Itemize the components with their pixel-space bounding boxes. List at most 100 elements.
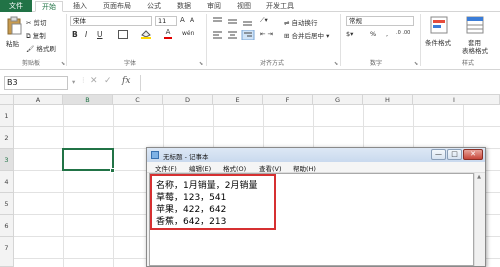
active-cell-b3[interactable] bbox=[62, 148, 114, 171]
orientation-button[interactable]: ⟋▾ bbox=[260, 16, 268, 25]
horizontal-align-icons[interactable] bbox=[212, 29, 256, 41]
number-launcher-icon[interactable]: ⬊ bbox=[414, 61, 418, 67]
tab-formulas[interactable]: 公式 bbox=[143, 1, 165, 12]
indent-buttons[interactable]: ⇤ ⇥ bbox=[260, 30, 273, 38]
fill-color-icon[interactable] bbox=[140, 29, 152, 39]
italic-button[interactable]: I bbox=[85, 30, 87, 39]
minimize-button[interactable]: — bbox=[431, 149, 446, 160]
column-header[interactable]: A bbox=[14, 95, 63, 105]
number-group-label: 数字 bbox=[370, 60, 383, 67]
column-header[interactable]: G bbox=[313, 95, 363, 105]
cut-button[interactable]: ✂ 剪切 bbox=[26, 17, 47, 27]
row-header[interactable]: 6 bbox=[0, 215, 14, 237]
copy-button[interactable]: ⧉ 复制 bbox=[26, 30, 46, 41]
border-icon[interactable] bbox=[118, 30, 128, 39]
number-format-select[interactable]: 常规 bbox=[346, 16, 414, 26]
shrink-font-button[interactable]: A bbox=[190, 17, 194, 24]
name-box[interactable]: B3 bbox=[4, 76, 68, 90]
bold-button[interactable]: B bbox=[72, 30, 78, 39]
gridline bbox=[63, 105, 64, 267]
column-header[interactable]: D bbox=[163, 95, 213, 105]
merge-center-label: 合并后居中 bbox=[291, 32, 325, 40]
maximize-button[interactable]: □ bbox=[447, 149, 462, 160]
menu-edit[interactable]: 编辑(E) bbox=[189, 163, 211, 173]
scroll-up-icon[interactable]: ▲ bbox=[476, 174, 482, 181]
row-header[interactable]: 4 bbox=[0, 171, 14, 193]
font-color-letter: A bbox=[165, 28, 171, 36]
table-format-label-2[interactable]: 表格格式 bbox=[462, 45, 488, 55]
font-name-select[interactable]: 宋体 bbox=[70, 16, 152, 26]
column-header[interactable]: H bbox=[363, 95, 413, 105]
styles-group-label: 样式 bbox=[462, 60, 475, 67]
paste-icon[interactable] bbox=[6, 16, 22, 36]
column-header[interactable]: F bbox=[263, 95, 313, 105]
menu-help[interactable]: 帮助(H) bbox=[293, 163, 316, 173]
row-header[interactable]: 3 bbox=[0, 149, 14, 171]
copy-icon: ⧉ bbox=[26, 32, 31, 40]
row-header[interactable]: 2 bbox=[0, 127, 14, 149]
highlight-annotation bbox=[150, 174, 276, 230]
ribbon: 粘贴 ✂ 剪切 ⧉ 复制 🖌 格式刷 剪贴板 ⬊ 宋体 11 A A B I U… bbox=[0, 12, 500, 70]
copy-label: 复制 bbox=[32, 32, 46, 40]
formula-bar: B3 ▾ ⋮ ✕ ✓ fx bbox=[0, 70, 500, 95]
tab-home[interactable]: 开始 bbox=[35, 1, 63, 12]
confirm-icon[interactable]: ✓ bbox=[104, 76, 112, 86]
brush-icon: 🖌 bbox=[26, 45, 35, 53]
merge-icon: ⊞ bbox=[284, 32, 290, 40]
menu-view[interactable]: 查看(V) bbox=[259, 163, 282, 173]
table-format-icon[interactable] bbox=[466, 16, 484, 34]
column-header[interactable]: C bbox=[113, 95, 163, 105]
conditional-format-icon[interactable] bbox=[430, 16, 448, 34]
alignment-launcher-icon[interactable]: ⬊ bbox=[334, 61, 338, 67]
row-header[interactable]: 1 bbox=[0, 105, 14, 127]
notepad-menu-bar: 文件(F) 编辑(E) 格式(O) 查看(V) 帮助(H) bbox=[147, 162, 485, 173]
row-header[interactable]: 7 bbox=[0, 237, 14, 267]
format-painter-button[interactable]: 🖌 格式刷 bbox=[26, 43, 56, 53]
notepad-title: 无标题 - 记事本 bbox=[163, 153, 209, 161]
menu-format[interactable]: 格式(O) bbox=[223, 163, 246, 173]
tab-insert[interactable]: 插入 bbox=[69, 1, 91, 12]
tab-developer[interactable]: 开发工具 bbox=[262, 1, 298, 12]
tab-page-layout[interactable]: 页面布局 bbox=[98, 1, 136, 12]
tab-review[interactable]: 审阅 bbox=[203, 1, 225, 12]
percent-button[interactable]: % bbox=[370, 30, 376, 38]
font-launcher-icon[interactable]: ⬊ bbox=[199, 61, 203, 67]
currency-button[interactable]: $▾ bbox=[346, 30, 353, 38]
merge-center-button[interactable]: ⊞ 合并后居中 ▾ bbox=[284, 30, 329, 40]
font-size-select[interactable]: 11 bbox=[155, 16, 177, 26]
divider bbox=[420, 14, 421, 66]
row-header[interactable]: 5 bbox=[0, 193, 14, 215]
namebox-dropdown-icon[interactable]: ▾ bbox=[72, 78, 75, 86]
column-header[interactable]: B bbox=[63, 95, 113, 105]
wrap-text-button[interactable]: ⇌ 自动换行 bbox=[284, 17, 318, 27]
font-color-icon[interactable]: A bbox=[163, 28, 173, 39]
paste-button[interactable]: 粘贴 bbox=[6, 38, 19, 48]
notepad-scrollbar[interactable]: ▲ bbox=[474, 173, 483, 266]
close-button[interactable]: ✕ bbox=[463, 149, 483, 160]
select-all-corner[interactable] bbox=[0, 95, 14, 105]
alignment-group-label: 对齐方式 bbox=[260, 60, 285, 67]
phonetic-button[interactable]: wén bbox=[182, 30, 194, 37]
decimal-buttons[interactable]: .0 .00 bbox=[396, 30, 410, 36]
divider bbox=[66, 14, 67, 66]
gridline bbox=[113, 105, 114, 267]
cancel-icon[interactable]: ✕ bbox=[90, 76, 98, 86]
insert-function-button[interactable]: fx bbox=[122, 76, 130, 86]
tab-data[interactable]: 数据 bbox=[173, 1, 195, 12]
underline-button[interactable]: U bbox=[97, 30, 103, 39]
wrap-text-label: 自动换行 bbox=[291, 19, 318, 27]
formula-input[interactable] bbox=[140, 75, 496, 91]
vertical-align-icons[interactable] bbox=[212, 16, 256, 26]
conditional-format-button[interactable]: 条件格式 bbox=[425, 37, 451, 47]
menu-file[interactable]: 文件(F) bbox=[155, 163, 177, 173]
grow-font-button[interactable]: A bbox=[180, 16, 185, 24]
tab-file[interactable]: 文件 bbox=[0, 0, 32, 12]
formula-bar-grip-icon: ⋮ bbox=[80, 76, 87, 84]
column-header[interactable]: E bbox=[213, 95, 263, 105]
tab-view[interactable]: 视图 bbox=[233, 1, 255, 12]
fill-handle[interactable] bbox=[110, 168, 115, 173]
notepad-title-bar[interactable]: 无标题 - 记事本 — □ ✕ bbox=[147, 148, 485, 162]
comma-button[interactable]: , bbox=[386, 30, 388, 38]
column-header[interactable]: I bbox=[413, 95, 500, 105]
clipboard-launcher-icon[interactable]: ⬊ bbox=[61, 61, 65, 67]
